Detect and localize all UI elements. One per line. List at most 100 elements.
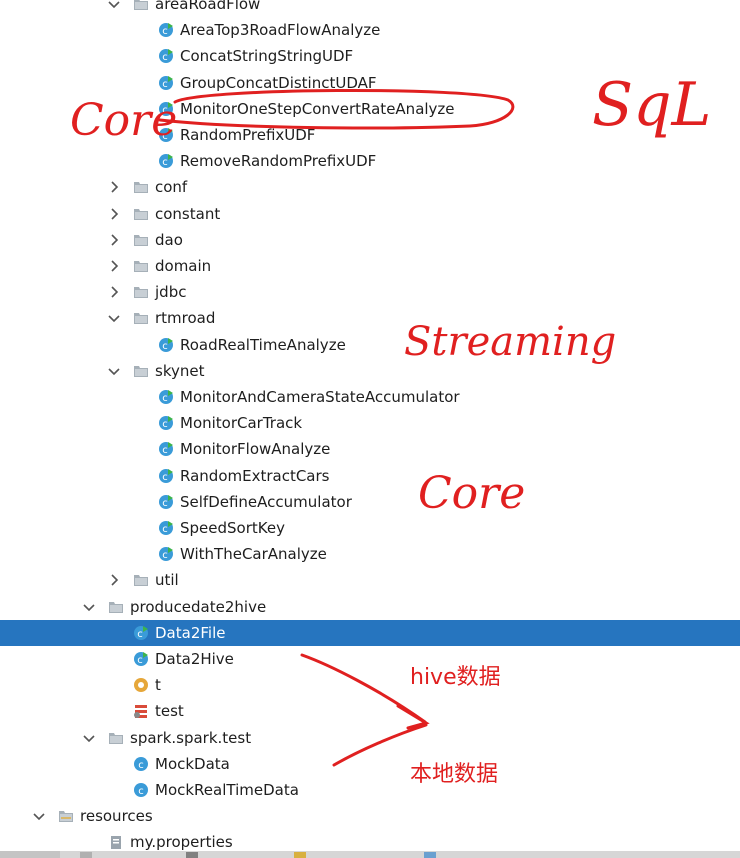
tree-row[interactable]: c MockRealTimeData <box>0 777 740 803</box>
svg-text:c: c <box>137 629 143 640</box>
svg-text:c: c <box>162 472 168 483</box>
tree-row-label: AreaTop3RoadFlowAnalyze <box>180 21 381 40</box>
svg-text:c: c <box>162 445 168 456</box>
tree-row[interactable]: c WithTheCarAnalyze <box>0 541 740 567</box>
runnable-class-icon: c <box>158 494 174 510</box>
tree-row[interactable]: dao <box>0 227 740 253</box>
svg-text:c: c <box>162 498 168 509</box>
tree-row-label: t <box>155 676 161 695</box>
svg-text:c: c <box>162 419 168 430</box>
tree-row[interactable]: c ConcatStringStringUDF <box>0 43 740 69</box>
tree-row[interactable]: conf <box>0 174 740 200</box>
svg-text:c: c <box>162 524 168 535</box>
tree-row[interactable]: jdbc <box>0 279 740 305</box>
tree-row-label: constant <box>155 204 221 223</box>
runnable-class-icon: c <box>158 22 174 38</box>
tree-row[interactable]: skynet <box>0 358 740 384</box>
chevron-down-icon[interactable] <box>82 730 96 744</box>
tree-row-label: dao <box>155 230 183 249</box>
svg-text:c: c <box>138 786 144 797</box>
runnable-class-icon: c <box>158 127 174 143</box>
tree-row-label: spark.spark.test <box>130 728 252 747</box>
runnable-class-icon: c <box>158 337 174 353</box>
tree-row-label: SpeedSortKey <box>180 519 285 537</box>
folder-icon <box>133 310 149 326</box>
runnable-class-icon: c <box>158 468 174 484</box>
tree-row-label: jdbc <box>155 283 187 302</box>
tree-row[interactable]: util <box>0 567 740 593</box>
tree-row-label: GroupConcatDistinctUDAF <box>180 73 377 92</box>
tree-row[interactable]: c SpeedSortKey <box>0 515 740 541</box>
tree-row[interactable]: resources <box>0 803 740 829</box>
tree-row[interactable]: c SelfDefineAccumulator <box>0 489 740 515</box>
folder-icon <box>133 232 149 248</box>
tree-row-label: MonitorCarTrack <box>180 414 303 433</box>
hive-data-annotation: hive数据 <box>410 665 501 690</box>
tree-row[interactable]: c MonitorAndCameraStateAccumulator <box>0 384 740 410</box>
tree-row[interactable]: areaRoadFlow <box>0 0 740 17</box>
svg-text:c: c <box>162 26 168 37</box>
svg-text:c: c <box>162 550 168 561</box>
folder-icon <box>133 572 149 588</box>
bottom-toolbar <box>0 851 740 858</box>
tree-row[interactable]: c RandomPrefixUDF <box>0 122 740 148</box>
tree-row[interactable]: constant <box>0 201 740 227</box>
tree-row-label: conf <box>155 178 188 197</box>
tree-row[interactable]: c Data2Hive <box>0 646 740 672</box>
chevron-right-icon[interactable] <box>107 232 121 246</box>
tree-row[interactable]: c Data2File <box>0 619 740 646</box>
chevron-down-icon[interactable] <box>107 310 121 324</box>
tree-row[interactable]: c RoadRealTimeAnalyze <box>0 332 740 358</box>
tree-row[interactable]: c MonitorOneStepConvertRateAnalyze <box>0 96 740 122</box>
tree-row[interactable]: c MonitorFlowAnalyze <box>0 436 740 462</box>
folder-icon <box>133 258 149 274</box>
tree-row[interactable]: domain <box>0 253 740 279</box>
tree-row-label: MockRealTimeData <box>155 781 299 799</box>
tree-row[interactable]: c MonitorCarTrack <box>0 410 740 436</box>
chevron-right-icon[interactable] <box>107 284 121 298</box>
folder-icon <box>133 284 149 300</box>
tree-row[interactable]: rtmroad <box>0 305 740 331</box>
class-icon: c <box>133 782 149 798</box>
folder-icon <box>108 599 124 615</box>
runnable-class-icon: c <box>158 153 174 169</box>
tree-row-label: MonitorOneStepConvertRateAnalyze <box>180 99 455 118</box>
svg-text:c: c <box>162 105 168 116</box>
toolbar-segment <box>0 851 60 858</box>
tree-row-label: Data2File <box>155 623 226 642</box>
chevron-down-icon[interactable] <box>107 363 121 377</box>
tree-row-label: Data2Hive <box>155 650 234 668</box>
tree-row[interactable]: c RemoveRandomPrefixUDF <box>0 148 740 174</box>
chevron-down-icon[interactable] <box>32 808 46 822</box>
chevron-down-icon[interactable] <box>82 599 96 613</box>
project-tree: areaRoadFlow c AreaTop3RoadFlowAnalyze c Con… <box>0 0 740 858</box>
tree-row-label: domain <box>155 257 212 275</box>
tree-row[interactable]: spark.spark.test <box>0 725 740 751</box>
folder-icon <box>133 179 149 195</box>
toolbar-icon[interactable] <box>186 852 198 858</box>
tree-row[interactable]: c MockData <box>0 751 740 777</box>
tree-row[interactable]: test <box>0 698 740 724</box>
svg-text:c: c <box>137 655 143 666</box>
tree-row-label: MockData <box>155 754 230 773</box>
runnable-class-icon: c <box>158 48 174 64</box>
tree-row[interactable]: producedate2hive <box>0 594 740 620</box>
tree-row[interactable]: c AreaTop3RoadFlowAnalyze <box>0 17 740 43</box>
tree-row-label: MonitorFlowAnalyze <box>180 440 331 459</box>
svg-text:c: c <box>162 157 168 168</box>
tree-row-label: skynet <box>155 361 205 380</box>
toolbar-icon[interactable] <box>294 852 306 858</box>
chevron-right-icon[interactable] <box>107 258 121 272</box>
tree-row-label: RandomPrefixUDF <box>180 126 316 144</box>
chevron-right-icon[interactable] <box>107 206 121 220</box>
folder-icon <box>133 0 149 12</box>
chevron-down-icon[interactable] <box>107 0 121 10</box>
tree-row[interactable]: t <box>0 672 740 698</box>
tree-row[interactable]: c GroupConcatDistinctUDAF <box>0 70 740 96</box>
chevron-right-icon[interactable] <box>107 572 121 586</box>
chevron-right-icon[interactable] <box>107 179 121 193</box>
toolbar-icon[interactable] <box>80 852 92 858</box>
tree-row[interactable]: c RandomExtractCars <box>0 463 740 489</box>
toolbar-icon[interactable] <box>424 852 436 858</box>
tree-row-label: util <box>155 571 179 590</box>
